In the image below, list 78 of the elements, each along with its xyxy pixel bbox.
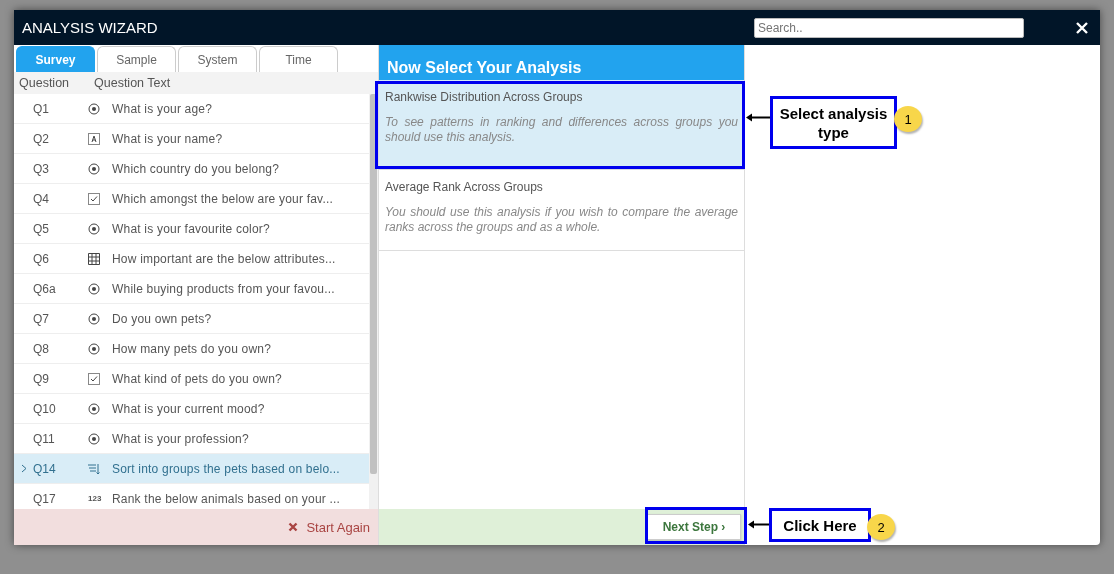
- radio-icon: [88, 102, 100, 115]
- column-header: Question Text: [93, 76, 171, 90]
- question-id: Q6a: [33, 281, 57, 296]
- radio-icon: [88, 162, 100, 175]
- question-id: Q17: [33, 491, 57, 506]
- callout: Click Here: [769, 508, 871, 542]
- question-row[interactable]: Q8 How many pets do you own?: [14, 334, 369, 364]
- tab[interactable]: Sample: [97, 46, 176, 72]
- question-text: Which country do you belong?: [112, 161, 280, 176]
- start-again-button[interactable]: Start Again: [288, 519, 370, 535]
- question-row[interactable]: Q9 What kind of pets do you own?: [14, 364, 369, 394]
- checkbox-icon: [88, 372, 100, 385]
- chevron-icon: [20, 464, 27, 473]
- number-icon: 123: [88, 494, 102, 503]
- question-text: Rank the below animals based on your ...: [112, 491, 341, 506]
- window-title: ANALYSIS WIZARD: [22, 19, 159, 36]
- callout: Select analysis type: [770, 96, 897, 149]
- question-id: Q14: [33, 461, 57, 476]
- next-step-button[interactable]: Next Step ›: [647, 514, 741, 540]
- question-row[interactable]: Q1 What is your age?: [14, 94, 369, 124]
- checkbox-icon: [88, 192, 100, 205]
- arrow: [748, 520, 770, 529]
- question-row[interactable]: Q7 Do you own pets?: [14, 304, 369, 334]
- question-row[interactable]: Q3 Which country do you belong?: [14, 154, 369, 184]
- question-text: How many pets do you own?: [112, 341, 272, 356]
- question-row[interactable]: Q11 What is your profession?: [14, 424, 369, 454]
- question-id: Q1: [33, 101, 50, 116]
- question-id: Q4: [33, 191, 50, 206]
- question-text: What is your profession?: [112, 431, 249, 446]
- question-id: Q8: [33, 341, 50, 356]
- question-text: What kind of pets do you own?: [112, 371, 282, 386]
- radio-icon: [88, 312, 100, 325]
- tab[interactable]: Time: [259, 46, 338, 72]
- radio-icon: [88, 282, 100, 295]
- scrollbar[interactable]: [369, 94, 378, 509]
- question-row[interactable]: Q14 Sort into groups the pets based on belo...: [14, 454, 369, 484]
- radio-icon: [88, 402, 100, 415]
- question-row[interactable]: Q10 What is your current mood?: [14, 394, 369, 424]
- sort-icon: [88, 462, 100, 475]
- question-id: Q9: [33, 371, 50, 386]
- question-row[interactable]: Q2 What is your name?: [14, 124, 369, 154]
- question-row[interactable]: Q6 How important are the below attributes...: [14, 244, 369, 274]
- question-text: What is your age?: [112, 101, 213, 116]
- panel-title: Now Select Your Analysis: [379, 45, 744, 80]
- radio-icon: [88, 432, 100, 445]
- text-field-icon: [88, 132, 100, 145]
- question-id: Q10: [33, 401, 57, 416]
- question-id: Q7: [33, 311, 50, 326]
- question-text: What is your current mood?: [112, 401, 265, 416]
- tab[interactable]: System: [178, 46, 257, 72]
- question-text: Sort into groups the pets based on belo...: [112, 461, 340, 476]
- column-header: Question: [18, 76, 71, 90]
- analysis-option[interactable]: Rankwise Distribution Across Groups To see patterns in ranking and differences across groups you should use this analysis.: [379, 80, 744, 170]
- question-id: Q6: [33, 251, 50, 266]
- question-text: Which amongst the below are your fav...: [112, 191, 333, 206]
- option-title: Average Rank Across Groups: [385, 180, 544, 194]
- search-field[interactable]: Search..: [754, 17, 1024, 38]
- question-id: Q11: [33, 431, 56, 446]
- radio-icon: [88, 342, 100, 355]
- option-title: Rankwise Distribution Across Groups: [385, 90, 584, 104]
- question-text: What is your favourite color?: [112, 221, 270, 236]
- question-id: Q5: [33, 221, 50, 236]
- arrow: [746, 113, 771, 122]
- question-text: What is your name?: [112, 131, 223, 146]
- close-icon: [288, 522, 299, 532]
- question-row[interactable]: Q4 Which amongst the below are your fav...: [14, 184, 369, 214]
- radio-icon: [88, 222, 100, 235]
- question-text: How important are the below attributes...: [112, 251, 336, 266]
- question-id: Q2: [33, 131, 50, 146]
- question-id: Q3: [33, 161, 50, 176]
- option-description: You should use this analysis if you wish to compare the average ranks across the groups and as a whole.: [385, 205, 738, 235]
- option-description: To see patterns in ranking and differences across groups you should use this analysis.: [385, 115, 738, 145]
- close-button[interactable]: [1074, 19, 1090, 36]
- grid-icon: [88, 252, 100, 265]
- question-row[interactable]: Q5 What is your favourite color?: [14, 214, 369, 244]
- question-row[interactable]: Q6a While buying products from your favou...: [14, 274, 369, 304]
- question-text: While buying products from your favou...: [112, 281, 335, 296]
- question-text: Do you own pets?: [112, 311, 212, 326]
